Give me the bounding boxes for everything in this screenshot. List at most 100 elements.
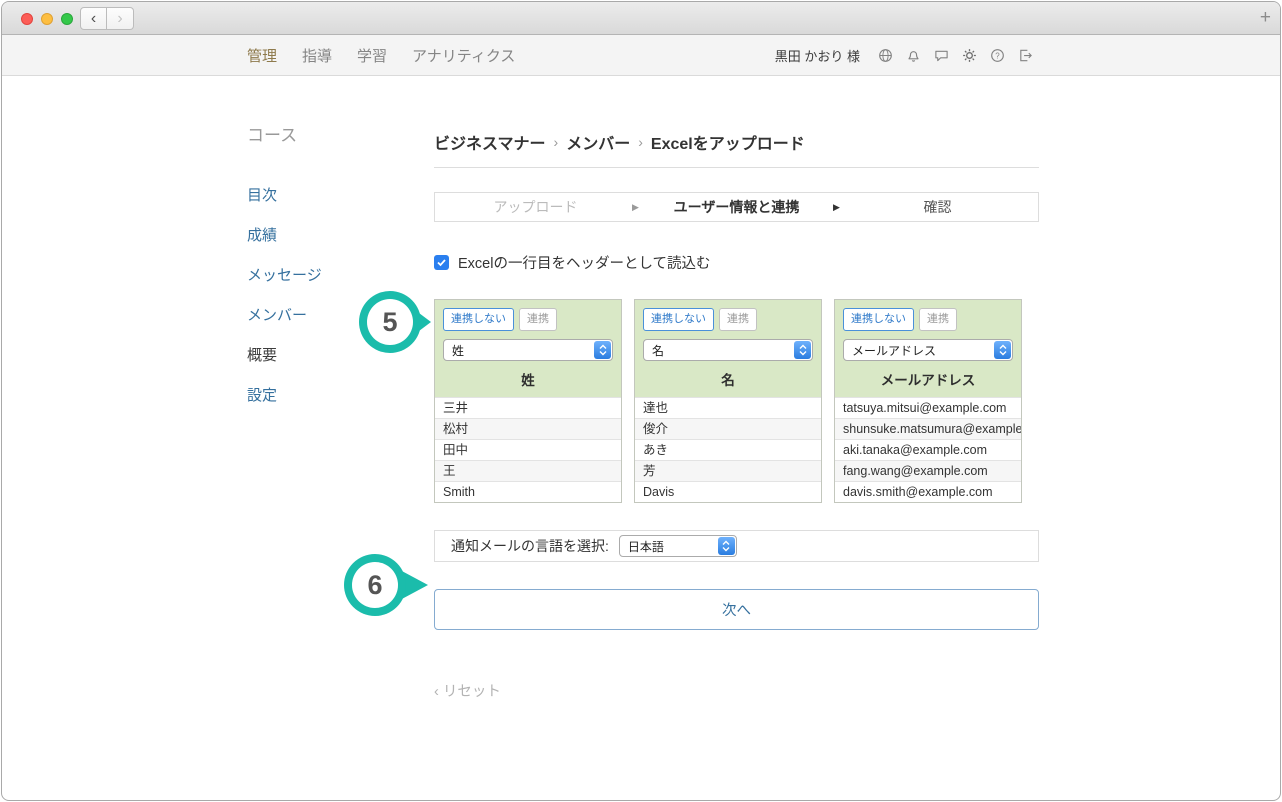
column-header: 名 (643, 361, 813, 397)
column-rows: tatsuya.mitsui@example.com shunsuke.mats… (835, 397, 1021, 502)
annotation-number: 6 (352, 562, 398, 608)
breadcrumb-divider (434, 167, 1039, 168)
panel-header-area: 連携しない 連携 名 名 (635, 300, 821, 397)
table-row: tatsuya.mitsui@example.com (835, 397, 1021, 418)
top-nav-items: 管理 指導 学習 アナリティクス (247, 45, 515, 66)
table-row: 三井 (435, 397, 621, 418)
column-mapping-select[interactable]: メールアドレス (843, 339, 1013, 361)
user-name: 黒田 かおり 様 (775, 46, 860, 65)
toggle-no-link[interactable]: 連携しない (443, 308, 514, 331)
mapping-panel-firstname: 連携しない 連携 名 名 達也 俊介 あき 芳 (634, 299, 822, 503)
nav-item-analytics[interactable]: アナリティクス (412, 45, 515, 66)
breadcrumb-upload-excel: Excelをアップロード (651, 130, 805, 154)
select-value: 名 (652, 342, 664, 359)
new-tab-button[interactable]: + (1260, 7, 1271, 29)
step-confirm: 確認 (837, 197, 1038, 217)
select-value: 日本語 (628, 538, 664, 555)
header-checkbox[interactable] (434, 255, 449, 270)
top-nav: 管理 指導 学習 アナリティクス 黒田 かおり 様 ? (2, 35, 1280, 76)
header-checkbox-label[interactable]: Excelの一行目をヘッダーとして読込む (458, 252, 711, 273)
annotation-marker-5: 5 (359, 291, 421, 353)
help-icon[interactable]: ? (990, 48, 1005, 63)
main-content: ビジネスマナー › メンバー › Excelをアップロード アップロード ▶ ユ… (434, 122, 1039, 701)
history-buttons: ‹ › (80, 7, 134, 30)
mapping-panel-lastname: 連携しない 連携 姓 姓 三井 松村 田中 王 (434, 299, 622, 503)
course-sidebar: コース 目次 成績 メッセージ メンバー 概要 設定 (247, 121, 407, 428)
table-row: davis.smith@example.com (835, 481, 1021, 502)
column-mapping-panels: 連携しない 連携 姓 姓 三井 松村 田中 王 (434, 299, 1039, 503)
zoom-button[interactable] (61, 13, 73, 25)
nav-item-instruction[interactable]: 指導 (302, 45, 332, 66)
notification-language-label: 通知メールの言語を選択: (451, 536, 609, 556)
column-header: メールアドレス (843, 361, 1013, 397)
link-toggle-group: 連携しない 連携 (443, 308, 613, 331)
step-user-info: ユーザー情報と連携 (636, 197, 837, 217)
logout-icon[interactable] (1018, 48, 1033, 63)
gear-icon[interactable] (962, 48, 977, 63)
header-checkbox-row: Excelの一行目をヘッダーとして読込む (434, 252, 1039, 273)
toggle-no-link[interactable]: 連携しない (643, 308, 714, 331)
back-button[interactable]: ‹ (80, 7, 107, 30)
bell-icon[interactable] (906, 48, 921, 63)
column-header: 姓 (443, 361, 613, 397)
select-value: メールアドレス (852, 342, 936, 359)
table-row: fang.wang@example.com (835, 460, 1021, 481)
table-row: あき (635, 439, 821, 460)
nav-item-admin[interactable]: 管理 (247, 45, 277, 66)
select-value: 姓 (452, 342, 464, 359)
panel-header-area: 連携しない 連携 姓 姓 (435, 300, 621, 397)
globe-icon[interactable] (878, 48, 893, 63)
table-row: Davis (635, 481, 821, 502)
column-rows: 三井 松村 田中 王 Smith (435, 397, 621, 502)
reset-link[interactable]: ‹ リセット (434, 680, 1039, 701)
toggle-no-link[interactable]: 連携しない (843, 308, 914, 331)
breadcrumb: ビジネスマナー › メンバー › Excelをアップロード (434, 122, 1039, 154)
select-stepper-icon (718, 537, 735, 555)
notification-language-row: 通知メールの言語を選択: 日本語 (434, 530, 1039, 562)
nav-item-learning[interactable]: 学習 (357, 45, 387, 66)
column-mapping-select[interactable]: 名 (643, 339, 813, 361)
table-row: Smith (435, 481, 621, 502)
column-rows: 達也 俊介 あき 芳 Davis (635, 397, 821, 502)
select-stepper-icon (594, 341, 611, 359)
step-upload: アップロード (435, 197, 636, 217)
breadcrumb-members[interactable]: メンバー (566, 130, 630, 154)
link-toggle-group: 連携しない 連携 (643, 308, 813, 331)
table-row: 達也 (635, 397, 821, 418)
svg-text:?: ? (995, 51, 1000, 60)
toggle-link[interactable]: 連携 (519, 308, 557, 331)
top-nav-right: 黒田 かおり 様 ? (775, 46, 1033, 65)
sidebar-item-grades[interactable]: 成績 (247, 228, 407, 244)
select-stepper-icon (994, 341, 1011, 359)
breadcrumb-separator-icon: › (554, 134, 559, 150)
column-mapping-select[interactable]: 姓 (443, 339, 613, 361)
breadcrumb-course[interactable]: ビジネスマナー (434, 130, 546, 154)
close-button[interactable] (21, 13, 33, 25)
annotation-marker-6: 6 (344, 554, 406, 616)
notification-language-select[interactable]: 日本語 (619, 535, 737, 557)
chat-icon[interactable] (934, 48, 949, 63)
table-row: 芳 (635, 460, 821, 481)
mapping-panel-email: 連携しない 連携 メールアドレス メールアドレス tatsuya.mitsui@… (834, 299, 1022, 503)
panel-header-area: 連携しない 連携 メールアドレス メールアドレス (835, 300, 1021, 397)
table-row: 松村 (435, 418, 621, 439)
toggle-link[interactable]: 連携 (719, 308, 757, 331)
link-toggle-group: 連携しない 連携 (843, 308, 1013, 331)
breadcrumb-separator-icon: › (638, 134, 643, 150)
table-row: 俊介 (635, 418, 821, 439)
sidebar-heading: コース (247, 121, 407, 146)
step-indicator: アップロード ▶ ユーザー情報と連携 ▶ 確認 (434, 192, 1039, 222)
table-row: 王 (435, 460, 621, 481)
annotation-number: 5 (367, 299, 413, 345)
table-row: 田中 (435, 439, 621, 460)
sidebar-item-toc[interactable]: 目次 (247, 188, 407, 204)
sidebar-item-messages[interactable]: メッセージ (247, 268, 407, 284)
title-bar: ‹ › + (2, 2, 1280, 35)
toggle-link[interactable]: 連携 (919, 308, 957, 331)
select-stepper-icon (794, 341, 811, 359)
forward-button[interactable]: › (107, 7, 134, 30)
sidebar-item-settings[interactable]: 設定 (247, 388, 407, 404)
table-row: aki.tanaka@example.com (835, 439, 1021, 460)
next-button[interactable]: 次へ (434, 589, 1039, 630)
minimize-button[interactable] (41, 13, 53, 25)
